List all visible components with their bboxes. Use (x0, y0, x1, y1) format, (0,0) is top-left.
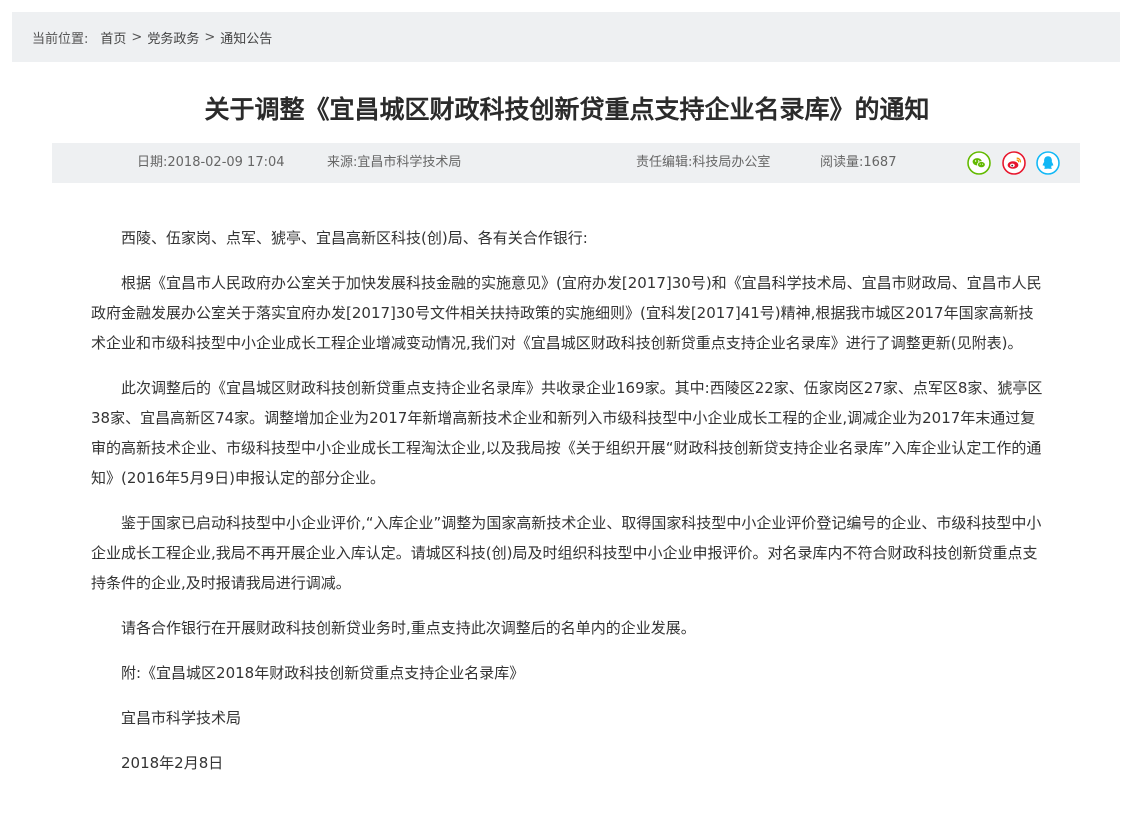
salutation-paragraph: 西陵、伍家岗、点军、猇亭、宜昌高新区科技(创)局、各有关合作银行: (121, 229, 588, 247)
publish-date: 日期:2018-02-09 17:04 (137, 155, 285, 170)
article-body: 西陵、伍家岗、点军、猇亭、宜昌高新区科技(创)局、各有关合作银行: 根据《宜昌市… (91, 223, 1043, 793)
breadcrumb-link-party-affairs[interactable]: 党务政务 (147, 28, 199, 47)
weibo-share-icon[interactable] (1002, 151, 1026, 175)
article-source: 来源:宜昌市科学技术局 (327, 155, 462, 170)
issue-date: 2018年2月8日 (121, 754, 224, 772)
attachment-paragraph: 附:《宜昌城区2018年财政科技创新贷重点支持企业名录库》 (121, 664, 525, 682)
wechat-share-icon[interactable] (967, 151, 991, 175)
view-count: 阅读量:1687 (820, 155, 897, 170)
breadcrumb: 当前位置: 首页 > 党务政务 > 通知公告 (12, 12, 1120, 62)
responsible-editor: 责任编辑:科技局办公室 (636, 155, 771, 170)
body-paragraph: 根据《宜昌市人民政府办公室关于加快发展科技金融的实施意见》(宜府办发[2017]… (91, 274, 1042, 352)
body-paragraph: 此次调整后的《宜昌城区财政科技创新贷重点支持企业名录库》共收录企业169家。其中… (91, 379, 1043, 487)
breadcrumb-separator: > (204, 29, 216, 45)
breadcrumb-link-notices[interactable]: 通知公告 (220, 28, 272, 47)
breadcrumb-label: 当前位置: (32, 31, 89, 47)
body-paragraph: 鉴于国家已启动科技型中小企业评价,“入库企业”调整为国家高新技术企业、取得国家科… (91, 514, 1042, 592)
body-paragraph: 请各合作银行在开展财政科技创新贷业务时,重点支持此次调整后的名单内的企业发展。 (121, 619, 696, 637)
article-title: 关于调整《宜昌城区财政科技创新贷重点支持企业名录库》的通知 (204, 95, 930, 124)
article-meta-bar: 日期:2018-02-09 17:04 来源:宜昌市科学技术局 责任编辑:科技局… (52, 143, 1080, 183)
issuer-signature: 宜昌市科学技术局 (121, 709, 242, 727)
breadcrumb-link-home[interactable]: 首页 (100, 28, 126, 47)
qq-share-icon[interactable] (1036, 151, 1060, 175)
breadcrumb-separator: > (131, 29, 143, 45)
